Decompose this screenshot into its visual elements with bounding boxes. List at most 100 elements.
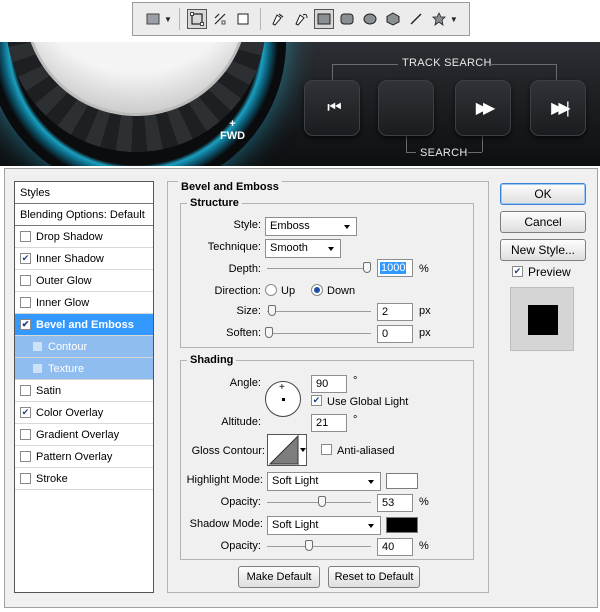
connector-line — [482, 136, 483, 152]
style-item-label: Pattern Overlay — [36, 450, 113, 463]
cancel-button[interactable]: Cancel — [500, 211, 586, 233]
blending-options-item[interactable]: Blending Options: Default — [15, 204, 153, 226]
style-item-checkbox[interactable] — [32, 363, 43, 374]
pen-icon[interactable] — [268, 9, 288, 29]
style-item-checkbox[interactable] — [20, 451, 31, 462]
shading-group: Shading Angle: + 90 ° ✔ Use Global Light… — [180, 354, 474, 560]
style-item-checkbox[interactable]: ✔ — [20, 319, 31, 330]
depth-slider-handle[interactable] — [363, 262, 371, 273]
style-item-checkbox[interactable] — [32, 341, 43, 352]
altitude-input[interactable]: 21 — [311, 414, 347, 432]
make-default-button[interactable]: Make Default — [238, 566, 320, 588]
prev-track-button[interactable]: ⏮ — [304, 80, 360, 136]
depth-slider-track — [267, 268, 371, 269]
paths-icon[interactable] — [210, 9, 230, 29]
angle-input[interactable]: 90 — [311, 375, 347, 393]
shape-layers-icon[interactable] — [186, 9, 207, 29]
new-style-button[interactable]: New Style... — [500, 239, 586, 261]
size-input[interactable]: 2 — [377, 303, 413, 321]
direction-down-label: Down — [327, 285, 356, 297]
style-dropdown[interactable]: Emboss — [265, 217, 357, 236]
style-item-satin[interactable]: Satin — [15, 380, 153, 402]
style-item-checkbox[interactable]: ✔ — [20, 407, 31, 418]
ellipse-icon[interactable] — [360, 9, 380, 29]
rounded-rectangle-icon[interactable] — [337, 9, 357, 29]
gloss-contour-picker[interactable] — [267, 434, 307, 466]
gloss-contour-chevron-down-icon[interactable] — [298, 435, 306, 465]
style-item-checkbox[interactable]: ✔ — [20, 253, 31, 264]
soften-input[interactable]: 0 — [377, 325, 413, 343]
angle-unit: ° — [353, 375, 358, 387]
style-item-checkbox[interactable] — [20, 297, 31, 308]
structure-title: Structure — [187, 197, 242, 209]
fast-forward-button[interactable]: ▶▶ — [455, 80, 511, 136]
reset-to-default-button[interactable]: Reset to Default — [328, 566, 420, 588]
soften-slider-handle[interactable] — [265, 327, 273, 338]
line-icon[interactable] — [406, 9, 426, 29]
connector-line — [332, 64, 398, 65]
fill-pixels-icon[interactable] — [233, 9, 253, 29]
style-preview-thumbnail — [510, 287, 574, 351]
use-global-light-checkbox[interactable]: ✔ — [311, 395, 322, 406]
shadow-mode-dropdown[interactable]: Soft Light — [267, 516, 381, 535]
rectangle-tool-icon[interactable] — [143, 9, 163, 29]
style-label: Style: — [233, 219, 261, 231]
rectangle-shape-icon[interactable] — [313, 9, 334, 29]
skip-forward-icon: ▶▶| — [551, 100, 570, 117]
angle-label: Angle: — [229, 377, 261, 389]
tool-preset-chevron-down-icon[interactable]: ▼ — [164, 15, 172, 24]
direction-down-radio[interactable] — [311, 284, 323, 296]
style-item-texture[interactable]: Texture — [15, 358, 153, 380]
fwd-text: FWD — [220, 130, 246, 142]
angle-dial[interactable]: + — [265, 381, 301, 417]
highlight-mode-dropdown[interactable]: Soft Light — [267, 472, 381, 491]
style-item-inner-shadow[interactable]: ✔ Inner Shadow — [15, 248, 153, 270]
style-item-checkbox[interactable] — [20, 429, 31, 440]
search-label: SEARCH — [420, 147, 468, 159]
style-item-stroke[interactable]: Stroke — [15, 468, 153, 490]
size-slider-handle[interactable] — [268, 305, 276, 316]
preview-checkbox[interactable]: ✔ — [512, 266, 523, 277]
highlight-opacity-input[interactable]: 53 — [377, 494, 413, 512]
style-item-label: Contour — [48, 340, 88, 353]
shadow-opacity-slider-handle[interactable] — [305, 540, 313, 551]
freeform-pen-icon[interactable] — [291, 9, 311, 29]
style-item-contour[interactable]: Contour — [15, 336, 153, 358]
style-item-label: Drop Shadow — [36, 230, 103, 243]
style-item-outer-glow[interactable]: Outer Glow — [15, 270, 153, 292]
highlight-opacity-label: Opacity: — [220, 496, 261, 508]
custom-shape-icon[interactable] — [429, 9, 449, 29]
style-item-checkbox[interactable] — [20, 385, 31, 396]
highlight-opacity-slider-handle[interactable] — [318, 496, 326, 507]
styles-header[interactable]: Styles — [15, 182, 153, 204]
next-track-button[interactable]: ▶▶| — [530, 80, 586, 136]
ok-button[interactable]: OK — [500, 183, 586, 205]
style-item-checkbox[interactable] — [20, 473, 31, 484]
fwd-plus: + — [229, 118, 236, 130]
shadow-color-swatch[interactable] — [386, 517, 418, 533]
preview-label: Preview — [528, 265, 571, 279]
shadow-opacity-slider-track — [267, 546, 371, 547]
blank-button[interactable] — [378, 80, 434, 136]
highlight-color-swatch[interactable] — [386, 473, 418, 489]
connector-line — [468, 152, 482, 153]
direction-up-radio[interactable] — [265, 284, 277, 296]
size-unit: px — [419, 305, 431, 317]
style-item-inner-glow[interactable]: Inner Glow — [15, 292, 153, 314]
style-item-drop-shadow[interactable]: Drop Shadow — [15, 226, 153, 248]
style-item-pattern-overlay[interactable]: Pattern Overlay — [15, 446, 153, 468]
depth-input[interactable]: 1000 — [377, 259, 413, 277]
shadow-opacity-input[interactable]: 40 — [377, 538, 413, 556]
style-item-gradient-overlay[interactable]: Gradient Overlay — [15, 424, 153, 446]
polygon-icon[interactable] — [383, 9, 403, 29]
track-search-label: TRACK SEARCH — [402, 57, 492, 69]
technique-dropdown[interactable]: Smooth — [265, 239, 341, 258]
custom-shape-chevron-down-icon[interactable]: ▼ — [450, 15, 458, 24]
style-item-checkbox[interactable] — [20, 231, 31, 242]
shading-title: Shading — [187, 354, 237, 366]
style-item-checkbox[interactable] — [20, 275, 31, 286]
anti-aliased-checkbox[interactable] — [321, 444, 332, 455]
style-item-color-overlay[interactable]: ✔ Color Overlay — [15, 402, 153, 424]
style-item-bevel-and-emboss[interactable]: ✔ Bevel and Emboss — [15, 314, 153, 336]
depth-value: 1000 — [380, 262, 407, 274]
